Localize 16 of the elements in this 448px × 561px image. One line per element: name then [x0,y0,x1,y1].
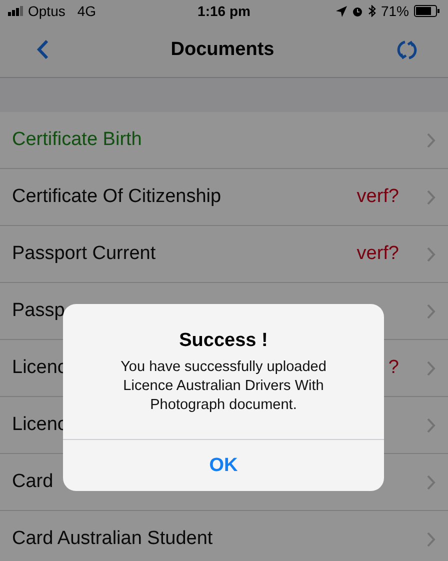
document-name: Certificate Birth [12,129,142,151]
document-name: Passp [12,300,65,322]
document-name: Certificate Of Citizenship [12,186,222,208]
verify-label: verf? [356,243,399,265]
network-type: 4G [77,3,96,19]
battery-percent: 71% [380,3,409,19]
screen-title: Documents [170,38,274,60]
clock-time: 1:16 pm [198,3,250,19]
verify-label: ? [388,357,399,379]
carrier-name: Optus [28,3,66,19]
alert-title: Success ! [179,330,268,352]
document-name: Card [12,471,54,493]
alert-message: You have successfully uploaded Licence Australian Drivers With Photograph document. [120,358,328,415]
document-name: Card Australian Student [12,528,213,550]
document-name: Passport Current [12,243,156,265]
verify-label: verf? [356,186,399,208]
